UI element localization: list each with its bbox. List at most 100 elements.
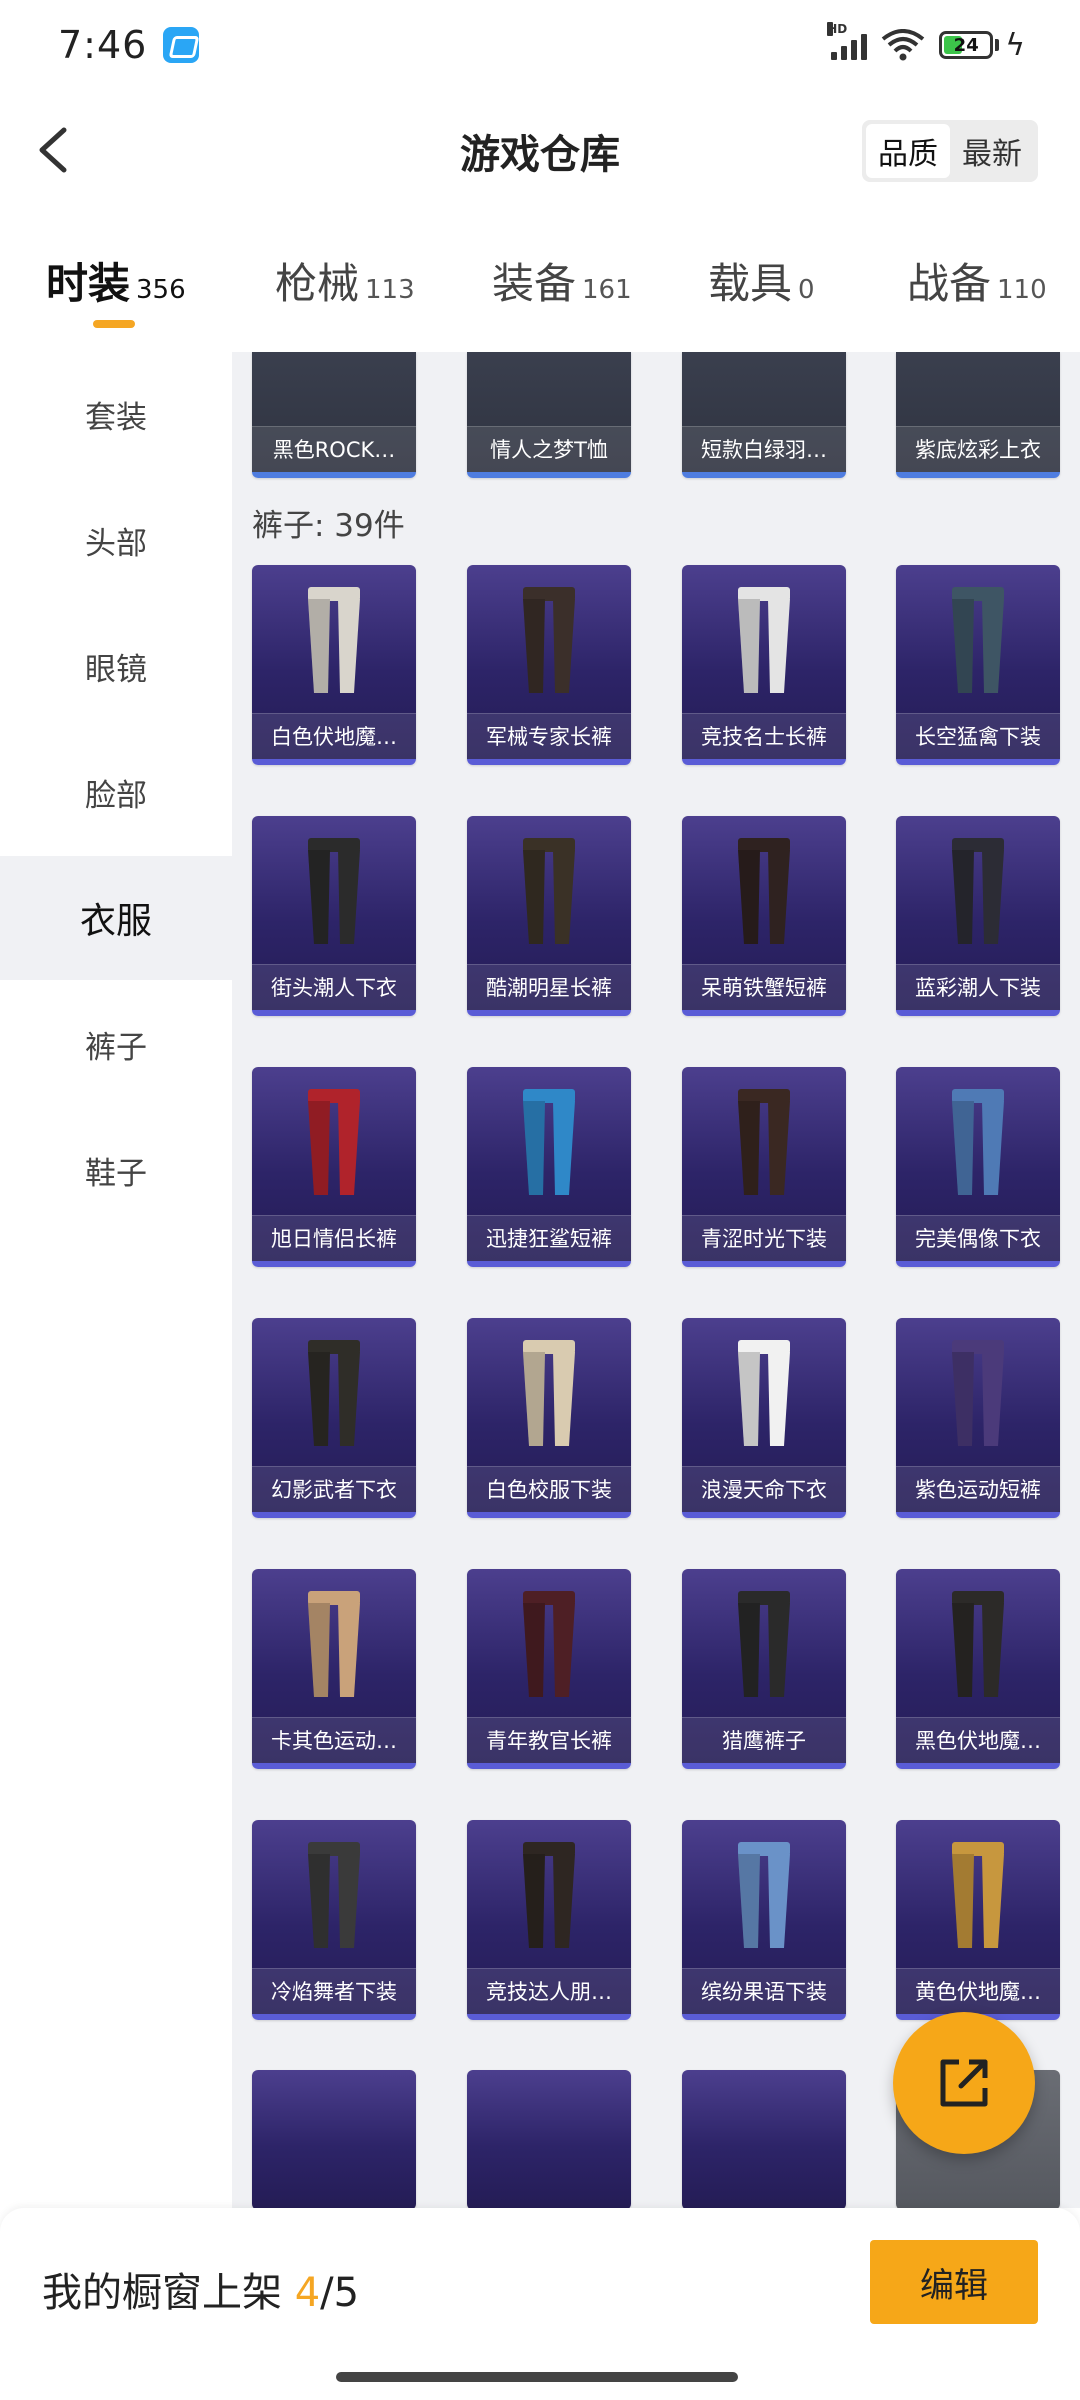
pants-thumbnail-icon <box>952 1591 1004 1697</box>
sidebar-item-face[interactable]: 脸部 <box>0 730 232 854</box>
item-card[interactable]: 军械专家长裤 <box>467 565 631 765</box>
tab-label: 战备 <box>907 259 992 308</box>
item-card[interactable]: 白色校服下装 <box>467 1318 631 1518</box>
pants-thumbnail-icon <box>308 1340 360 1446</box>
item-name: 黑色ROCK… <box>252 426 416 472</box>
showcase-status: 我的橱窗上架 4/5 <box>42 2260 359 2318</box>
battery-icon: 24 ϟ <box>939 28 1025 63</box>
network-label: HD <box>827 22 848 36</box>
item-card[interactable]: 呆萌铁蟹短裤 <box>682 816 846 1016</box>
item-card[interactable]: 旭日情侣长裤 <box>252 1067 416 1267</box>
status-icons: HD 24 ϟ <box>827 22 1025 63</box>
pants-thumbnail-icon <box>738 838 790 944</box>
bottom-bar: 我的橱窗上架 4/5 编辑 <box>0 2208 1080 2400</box>
sidebar-item-clothes[interactable]: 衣服 <box>0 856 232 980</box>
showcase-prefix: 我的橱窗上架 <box>42 2270 295 2316</box>
sort-by-quality[interactable]: 品质 <box>866 124 950 178</box>
pants-thumbnail-icon <box>308 587 360 693</box>
pants-thumbnail-icon <box>308 1591 360 1697</box>
item-name: 黄色伏地魔… <box>896 1968 1060 2014</box>
item-card[interactable] <box>467 2070 631 2208</box>
item-card[interactable]: 白色伏地魔… <box>252 565 416 765</box>
item-card[interactable]: 情人之梦T恤 <box>467 352 631 478</box>
item-name: 卡其色运动… <box>252 1717 416 1763</box>
tab-fashion[interactable]: 时装 356 <box>46 250 186 311</box>
share-external-icon <box>940 2059 988 2107</box>
pants-thumbnail-icon <box>738 1842 790 1948</box>
pants-thumbnail-icon <box>523 1089 575 1195</box>
item-name: 浪漫天命下衣 <box>682 1466 846 1512</box>
item-card[interactable] <box>252 2070 416 2208</box>
item-card[interactable]: 黄色伏地魔… <box>896 1820 1060 2020</box>
item-name: 蓝彩潮人下装 <box>896 964 1060 1010</box>
item-card[interactable]: 黑色ROCK… <box>252 352 416 478</box>
item-name: 青年教官长裤 <box>467 1717 631 1763</box>
item-card[interactable]: 街头潮人下衣 <box>252 816 416 1016</box>
item-name: 猎鹰裤子 <box>682 1717 846 1763</box>
pants-thumbnail-icon <box>952 838 1004 944</box>
sort-by-newest[interactable]: 最新 <box>950 124 1034 178</box>
item-card[interactable]: 竞技名士长裤 <box>682 565 846 765</box>
sidebar-item-glasses[interactable]: 眼镜 <box>0 604 232 728</box>
item-card[interactable]: 幻影武者下衣 <box>252 1318 416 1518</box>
status-bar: 7:46 HD 24 ϟ <box>0 0 1080 90</box>
item-card[interactable]: 迅捷狂鲨短裤 <box>467 1067 631 1267</box>
item-card[interactable]: 青涩时光下装 <box>682 1067 846 1267</box>
item-card[interactable]: 浪漫天命下衣 <box>682 1318 846 1518</box>
signal-icon: HD <box>827 22 868 60</box>
item-card[interactable]: 紫底炫彩上衣 <box>896 352 1060 478</box>
pants-thumbnail-icon <box>308 1089 360 1195</box>
item-name: 紫底炫彩上衣 <box>896 426 1060 472</box>
item-card[interactable]: 卡其色运动… <box>252 1569 416 1769</box>
item-name: 旭日情侣长裤 <box>252 1215 416 1261</box>
item-card[interactable]: 紫色运动短裤 <box>896 1318 1060 1518</box>
tab-count: 113 <box>365 275 415 305</box>
item-card[interactable]: 青年教官长裤 <box>467 1569 631 1769</box>
item-card[interactable]: 黑色伏地魔… <box>896 1569 1060 1769</box>
edit-button[interactable]: 编辑 <box>870 2240 1038 2324</box>
pants-thumbnail-icon <box>952 587 1004 693</box>
item-name: 紫色运动短裤 <box>896 1466 1060 1512</box>
tab-combat-gear[interactable]: 战备 110 <box>907 250 1047 311</box>
pants-thumbnail-icon <box>952 1089 1004 1195</box>
item-card[interactable]: 长空猛禽下装 <box>896 565 1060 765</box>
showcase-total: /5 <box>320 2270 360 2316</box>
item-card[interactable]: 完美偶像下衣 <box>896 1067 1060 1267</box>
tab-equipment[interactable]: 装备 161 <box>492 250 632 311</box>
sidebar-item-outfit[interactable]: 套装 <box>0 352 232 476</box>
header: 游戏仓库 品质 最新 <box>0 90 1080 210</box>
item-name: 白色伏地魔… <box>252 713 416 759</box>
tab-weapons[interactable]: 枪械 113 <box>275 250 415 311</box>
sort-toggle: 品质 最新 <box>862 120 1038 182</box>
sidebar-item-pants[interactable]: 裤子 <box>0 982 232 1106</box>
sidebar-item-head[interactable]: 头部 <box>0 478 232 602</box>
item-card[interactable]: 酷潮明星长裤 <box>467 816 631 1016</box>
pants-thumbnail-icon <box>738 1591 790 1697</box>
item-card[interactable]: 竞技达人朋… <box>467 1820 631 2020</box>
item-name: 黑色伏地魔… <box>896 1717 1060 1763</box>
item-name: 竞技达人朋… <box>467 1968 631 2014</box>
item-card[interactable]: 猎鹰裤子 <box>682 1569 846 1769</box>
item-card[interactable]: 短款白绿羽… <box>682 352 846 478</box>
section-label: 裤子: 39件 <box>252 508 405 544</box>
share-button[interactable] <box>893 2012 1035 2154</box>
item-card[interactable] <box>682 2070 846 2208</box>
item-name: 青涩时光下装 <box>682 1215 846 1261</box>
item-card[interactable]: 缤纷果语下装 <box>682 1820 846 2020</box>
item-name: 幻影武者下衣 <box>252 1466 416 1512</box>
tab-label: 装备 <box>492 259 577 308</box>
tab-count: 161 <box>582 275 632 305</box>
tab-vehicles[interactable]: 载具 0 <box>708 250 815 311</box>
item-card[interactable]: 蓝彩潮人下装 <box>896 816 1060 1016</box>
pants-thumbnail-icon <box>738 1340 790 1446</box>
battery-level: 24 <box>953 34 979 56</box>
item-name: 迅捷狂鲨短裤 <box>467 1215 631 1261</box>
tab-label: 枪械 <box>275 259 360 308</box>
wifi-icon <box>881 29 925 61</box>
item-card[interactable]: 冷焰舞者下装 <box>252 1820 416 2020</box>
tab-count: 356 <box>136 275 186 305</box>
sidebar-item-shoes[interactable]: 鞋子 <box>0 1108 232 1232</box>
charging-icon: ϟ <box>1005 27 1025 63</box>
item-grid: 黑色ROCK… 情人之梦T恤 短款白绿羽… 紫底炫彩上衣 裤子: 39件 白色伏… <box>232 352 1080 2208</box>
home-indicator[interactable] <box>336 2372 738 2382</box>
